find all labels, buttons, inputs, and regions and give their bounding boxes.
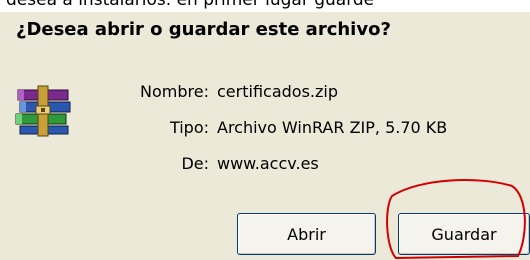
- from-label: De:: [181, 154, 209, 173]
- open-button-label: Abrir: [287, 224, 326, 244]
- open-button[interactable]: Abrir: [237, 213, 376, 255]
- name-value: certificados.zip: [217, 82, 338, 101]
- winrar-archive-icon: [15, 85, 71, 137]
- type-value: Archivo WinRAR ZIP, 5.70 KB: [217, 118, 448, 137]
- clipped-instruction-line: desea a instalarlos. en primer lugar gua…: [6, 0, 375, 10]
- from-value: www.accv.es: [217, 154, 319, 173]
- save-button[interactable]: Guardar: [398, 213, 530, 255]
- clipped-instruction-text: desea a instalarlos. en primer lugar gua…: [0, 0, 530, 12]
- dialog-question: ¿Desea abrir o guardar este archivo?: [16, 19, 391, 40]
- type-label: Tipo:: [169, 118, 209, 137]
- save-button-label: Guardar: [431, 224, 497, 244]
- name-label: Nombre:: [140, 82, 209, 101]
